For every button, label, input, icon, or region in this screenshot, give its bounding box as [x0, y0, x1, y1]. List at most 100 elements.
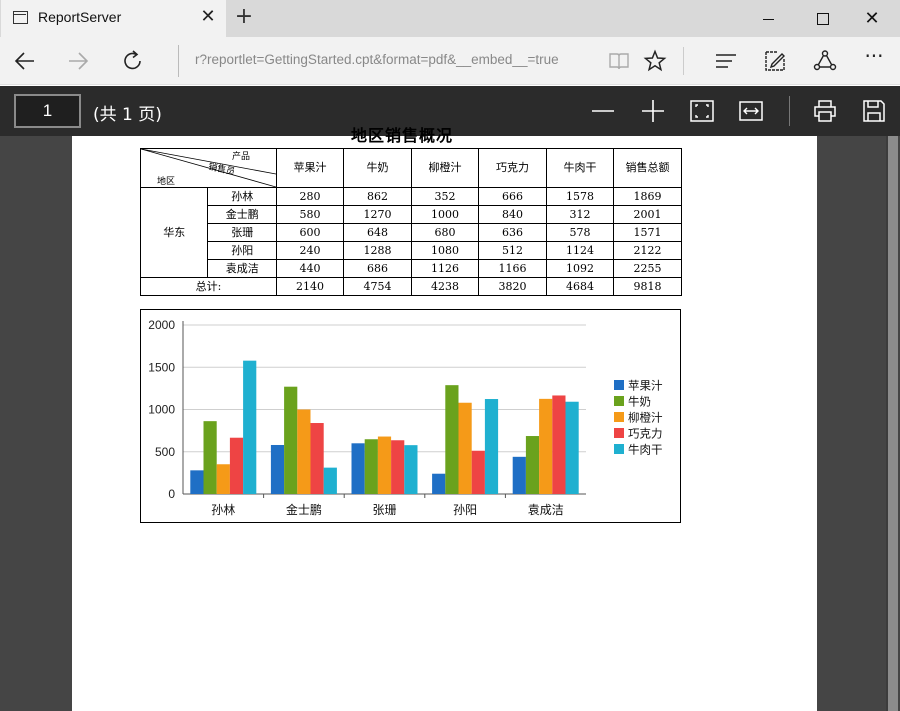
total-label: 总计:: [140, 277, 277, 296]
value-cell: 280: [276, 187, 344, 206]
total-cell: 4684: [546, 277, 614, 296]
value-cell: 440: [276, 259, 344, 278]
sales-table: 产品 销售员 地区 苹果汁 牛奶 柳橙汁 巧克力 牛肉干 销售总额 华东 孙林 …: [139, 148, 682, 296]
bar: [552, 395, 566, 494]
forward-arrow-icon: [69, 52, 89, 70]
table-row: 袁成洁 440 686 1126 1166 1092 2255: [141, 259, 682, 278]
value-cell: 1166: [478, 259, 547, 278]
forward-button[interactable]: [66, 49, 90, 73]
legend-swatch: [614, 412, 624, 422]
region-label: 地区: [157, 177, 176, 187]
y-tick-label: 0: [168, 487, 175, 501]
column-header: 柳橙汁: [411, 148, 479, 188]
salesperson-cell: 金士鹏: [207, 205, 277, 224]
address-bar[interactable]: r?reportlet=GettingStarted.cpt&format=pd…: [178, 45, 598, 77]
printer-icon: [814, 100, 836, 122]
bar: [216, 464, 230, 494]
browser-tab[interactable]: ReportServer ✕: [1, 0, 226, 37]
total-cell: 9818: [613, 277, 682, 296]
table-row: 华东 孙林 280 862 352 666 1578 1869: [139, 187, 682, 278]
zoom-in-button[interactable]: [640, 98, 666, 124]
maximize-button[interactable]: [813, 9, 833, 29]
back-arrow-icon: [14, 52, 34, 70]
toolbar-divider: [683, 47, 684, 75]
value-cell: 686: [343, 259, 412, 278]
table-row: 孙阳 240 1288 1080 512 1124 2122: [141, 241, 682, 260]
navigation-bar: r?reportlet=GettingStarted.cpt&format=pd…: [0, 37, 900, 85]
value-cell: 1578: [546, 187, 614, 206]
page-icon: [13, 11, 28, 24]
total-cell: 4238: [411, 277, 479, 296]
scrollbar-thumb[interactable]: [888, 136, 898, 711]
minimize-button[interactable]: [758, 9, 778, 29]
hub-button[interactable]: [714, 49, 738, 73]
web-note-button[interactable]: [763, 49, 787, 73]
bar: [391, 440, 405, 494]
report-title: 地区销售概况: [351, 126, 454, 145]
sales-bar-chart: 0 500 1000 1500 2000 孙林 金士鹏 张珊 孙阳 袁成洁 苹果汁 牛奶 柳橙汁 巧克力牛…: [140, 309, 681, 523]
value-cell: 680: [411, 223, 479, 242]
hub-icon: [716, 54, 736, 68]
value-cell: 2255: [613, 259, 682, 278]
share-button[interactable]: [813, 49, 837, 73]
print-button[interactable]: [812, 98, 838, 124]
total-cell: 4754: [343, 277, 412, 296]
salesperson-cell: 张珊: [207, 223, 277, 242]
value-cell: 2001: [613, 205, 682, 224]
y-tick-label: 1500: [148, 360, 175, 374]
value-cell: 862: [343, 187, 412, 206]
fit-to-width-button[interactable]: [738, 98, 764, 124]
legend-swatch: [614, 396, 624, 406]
legend-label: 柳橙汁: [628, 411, 663, 425]
favorite-button[interactable]: [643, 49, 667, 73]
y-tick-label: 500: [155, 445, 175, 459]
legend-label: 牛奶: [628, 395, 651, 409]
refresh-button[interactable]: [121, 49, 145, 73]
fit-width-icon: [739, 101, 763, 121]
total-cell: 3820: [478, 277, 547, 296]
product-label: 产品: [232, 152, 251, 162]
back-button[interactable]: [13, 49, 37, 73]
value-cell: 1571: [613, 223, 682, 242]
close-window-button[interactable]: ✕: [862, 9, 882, 29]
legend-swatch: [614, 428, 624, 438]
page-number-input[interactable]: 1: [14, 94, 81, 128]
bar: [539, 398, 553, 494]
legend-label: 苹果汁: [628, 379, 663, 393]
reading-view-button[interactable]: [607, 49, 631, 73]
total-row: 总计: 2140 4754 4238 3820 4684 9818: [140, 277, 682, 296]
x-tick-label: 孙林: [211, 503, 235, 517]
tab-close-button[interactable]: ✕: [199, 8, 217, 26]
value-cell: 1124: [546, 241, 614, 260]
bar: [323, 467, 337, 494]
salesperson-cell: 孙林: [207, 187, 277, 206]
refresh-icon: [124, 50, 141, 70]
fit-to-page-button[interactable]: [689, 98, 715, 124]
bar: [284, 386, 298, 494]
bar: [525, 436, 540, 494]
table-row: 金士鹏 580 1270 1000 840 312 2001: [141, 205, 682, 224]
x-tick-label: 张珊: [372, 503, 396, 517]
value-cell: 2122: [613, 241, 682, 260]
bar: [364, 439, 378, 494]
legend-swatch: [614, 380, 624, 390]
y-tick-label: 1000: [148, 403, 175, 417]
legend-swatch: [614, 444, 624, 454]
value-cell: 580: [276, 205, 344, 224]
zoom-out-button[interactable]: [590, 98, 616, 124]
salesperson-cell: 孙阳: [207, 241, 277, 260]
value-cell: 648: [343, 223, 412, 242]
value-cell: 1080: [411, 241, 479, 260]
new-tab-button[interactable]: +: [234, 6, 254, 28]
legend-label: 牛肉干: [628, 443, 663, 457]
more-button[interactable]: ···: [862, 46, 886, 73]
bar: [310, 423, 324, 494]
bar: [297, 409, 311, 494]
save-button[interactable]: [861, 98, 887, 124]
column-header: 巧克力: [478, 148, 547, 188]
diagonal-header-cell: 产品 销售员 地区: [140, 148, 277, 188]
value-cell: 840: [478, 205, 547, 224]
column-header: 苹果汁: [276, 148, 344, 188]
book-icon: [609, 53, 629, 70]
salesperson-cell: 袁成洁: [207, 259, 277, 278]
